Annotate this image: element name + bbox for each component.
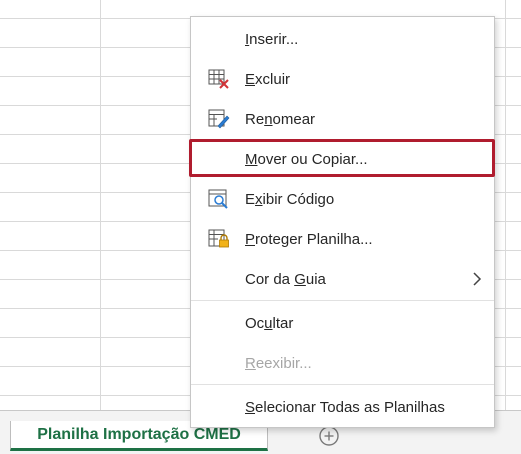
sheet-context-menu: Inserir... Excluir Renomear Mover ou Cop… bbox=[189, 16, 495, 428]
rename-sheet-icon bbox=[208, 109, 230, 129]
menu-item-selecionar-todas[interactable]: Selecionar Todas as Planilhas bbox=[191, 389, 494, 425]
menu-item-renomear[interactable]: Renomear bbox=[191, 101, 494, 137]
menu-item-label: Cor da Guia bbox=[245, 270, 326, 288]
chevron-right-icon bbox=[473, 272, 482, 286]
highlight-box bbox=[189, 139, 495, 177]
protect-sheet-icon bbox=[208, 229, 229, 248]
menu-item-label: Excluir bbox=[245, 70, 291, 88]
menu-item-label: Exibir Código bbox=[245, 190, 335, 208]
menu-item-label: Selecionar Todas as Planilhas bbox=[245, 398, 445, 416]
menu-item-label: Reexibir... bbox=[245, 354, 312, 372]
delete-sheet-icon bbox=[208, 69, 229, 89]
menu-separator bbox=[191, 384, 494, 385]
menu-item-label: Ocultar bbox=[245, 314, 294, 332]
menu-item-excluir[interactable]: Excluir bbox=[191, 61, 494, 97]
menu-item-ocultar[interactable]: Ocultar bbox=[191, 305, 494, 341]
menu-item-proteger-planilha[interactable]: Proteger Planilha... bbox=[191, 221, 494, 257]
sheet-tab-label: Planilha Importação CMED bbox=[37, 425, 241, 443]
menu-item-label: Inserir... bbox=[245, 30, 299, 48]
menu-item-inserir[interactable]: Inserir... bbox=[191, 21, 494, 57]
menu-item-cor-da-guia[interactable]: Cor da Guia bbox=[191, 261, 494, 297]
plus-circle-icon[interactable] bbox=[318, 425, 340, 447]
excel-window: Planilha Importação CMED Inserir... Excl… bbox=[0, 0, 521, 454]
menu-item-exibir-codigo[interactable]: Exibir Código bbox=[191, 181, 494, 217]
view-code-icon bbox=[208, 189, 228, 209]
menu-item-label: Proteger Planilha... bbox=[245, 230, 373, 248]
menu-item-label: Renomear bbox=[245, 110, 316, 128]
menu-item-reexibir: Reexibir... bbox=[191, 345, 494, 381]
menu-separator bbox=[191, 300, 494, 301]
